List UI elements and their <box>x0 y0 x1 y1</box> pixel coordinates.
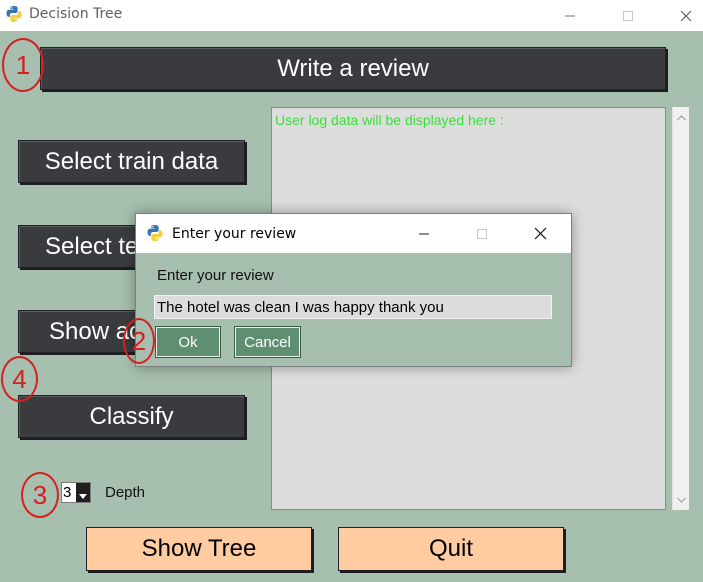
minimize-icon <box>419 233 429 234</box>
maximize-icon <box>477 228 487 239</box>
write-review-button[interactable]: Write a review <box>40 47 666 90</box>
log-placeholder-text: User log data will be displayed here : <box>275 112 504 128</box>
annotation-marker-4: 4 <box>1 356 38 402</box>
ok-button[interactable]: Ok <box>155 326 221 358</box>
quit-button[interactable]: Quit <box>338 527 564 571</box>
scroll-up-button[interactable] <box>673 109 690 126</box>
scroll-up-icon <box>677 114 686 120</box>
dialog-close-button[interactable] <box>511 214 569 253</box>
minimize-icon <box>565 15 575 16</box>
dialog-maximize-button[interactable] <box>453 214 511 253</box>
review-input[interactable] <box>154 295 552 319</box>
depth-label: Depth <box>105 484 146 501</box>
scroll-down-icon <box>677 497 686 503</box>
depth-select[interactable]: 3 <box>61 482 91 503</box>
show-tree-button[interactable]: Show Tree <box>86 527 312 571</box>
window-titlebar: Decision Tree <box>0 0 703 31</box>
close-button[interactable] <box>657 0 703 31</box>
maximize-icon <box>623 10 633 21</box>
annotation-marker-2: 2 <box>123 318 155 364</box>
review-dialog: Enter your review Enter your review Ok C… <box>135 213 572 367</box>
dropdown-arrow-icon <box>79 494 87 499</box>
maximize-button[interactable] <box>599 0 657 31</box>
annotation-marker-3: 3 <box>21 472 59 518</box>
dialog-prompt: Enter your review <box>157 267 274 284</box>
dialog-titlebar: Enter your review <box>136 214 571 253</box>
classify-button[interactable]: Classify <box>18 395 245 438</box>
cancel-button[interactable]: Cancel <box>234 326 301 358</box>
python-icon <box>6 6 22 22</box>
close-icon <box>680 10 692 21</box>
close-icon <box>534 227 546 240</box>
minimize-button[interactable] <box>541 0 599 31</box>
window-title: Decision Tree <box>29 6 123 22</box>
dialog-minimize-button[interactable] <box>395 214 453 253</box>
depth-value: 3 <box>63 484 72 501</box>
select-train-data-button[interactable]: Select train data <box>18 140 245 183</box>
python-icon <box>147 225 163 241</box>
depth-dropdown-button[interactable] <box>76 483 90 502</box>
log-scrollbar[interactable] <box>672 107 689 510</box>
scroll-down-button[interactable] <box>673 491 690 508</box>
dialog-title: Enter your review <box>172 226 297 242</box>
annotation-marker-1: 1 <box>2 38 44 92</box>
